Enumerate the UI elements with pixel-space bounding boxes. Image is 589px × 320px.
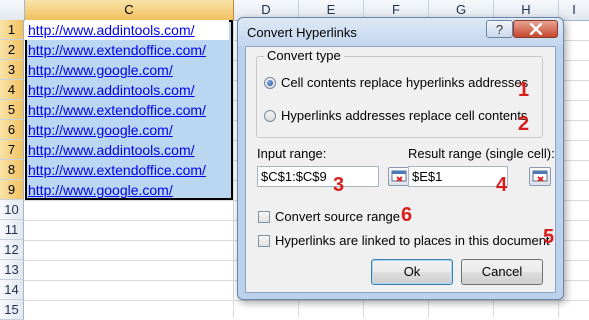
row-header[interactable]: 9 <box>0 180 24 200</box>
ok-button[interactable]: Ok <box>371 259 453 285</box>
hyperlink-cell[interactable]: http://www.addintools.com/ <box>25 20 229 40</box>
hyperlink-cell[interactable]: http://www.extendoffice.com/ <box>28 40 206 60</box>
annotation-badge: 3 <box>333 174 345 196</box>
result-range-field[interactable]: $E$1 <box>408 166 508 187</box>
hyperlink-cell[interactable]: http://www.google.com/ <box>28 120 173 140</box>
cancel-button[interactable]: Cancel <box>461 259 543 285</box>
row-header[interactable]: 12 <box>0 240 24 260</box>
dialog-title: Convert Hyperlinks <box>247 25 357 40</box>
column-header-i[interactable]: I <box>559 0 589 20</box>
range-select-icon <box>391 170 407 182</box>
row-header[interactable]: 4 <box>0 80 24 100</box>
dialog-body: Convert type Cell contents replace hyper… <box>245 46 556 293</box>
radio-label-cell-contents-replace[interactable]: Cell contents replace hyperlinks address… <box>281 75 528 90</box>
hyperlink-cell[interactable]: http://www.google.com/ <box>28 60 173 80</box>
result-range-label: Result range (single cell): <box>408 146 555 161</box>
annotation-badge: 2 <box>518 113 530 135</box>
row-header[interactable]: 3 <box>0 60 24 80</box>
hyperlinks-linked-label[interactable]: Hyperlinks are linked to places in this … <box>275 233 550 248</box>
convert-source-range-label[interactable]: Convert source range <box>275 209 400 224</box>
convert-type-legend: Convert type <box>264 48 344 63</box>
input-range-label: Input range: <box>257 146 327 161</box>
convert-hyperlinks-dialog: Convert Hyperlinks ? Convert type Cell c… <box>237 17 564 300</box>
radio-cell-contents-replace[interactable] <box>264 77 276 89</box>
close-button[interactable] <box>513 20 558 38</box>
hyperlink-cell[interactable]: http://www.addintools.com/ <box>28 80 195 100</box>
row-header[interactable]: 8 <box>0 160 24 180</box>
row-header[interactable]: 5 <box>0 100 24 120</box>
row-header[interactable]: 7 <box>0 140 24 160</box>
dialog-titlebar[interactable]: Convert Hyperlinks ? <box>238 18 563 46</box>
row-header[interactable]: 14 <box>0 280 24 300</box>
range-select-icon <box>532 170 548 182</box>
radio-label-hyperlinks-replace[interactable]: Hyperlinks addresses replace cell conten… <box>281 108 527 123</box>
annotation-badge: 6 <box>401 204 413 226</box>
result-range-select-button[interactable] <box>529 167 551 186</box>
column-header-c[interactable]: C <box>25 0 234 20</box>
input-range-select-button[interactable] <box>388 167 410 186</box>
row-header[interactable]: 11 <box>0 220 24 240</box>
row-header[interactable]: 10 <box>0 200 24 220</box>
row-header[interactable]: 15 <box>0 300 24 320</box>
hyperlink-cell[interactable]: http://www.addintools.com/ <box>28 140 195 160</box>
help-button[interactable]: ? <box>486 20 513 38</box>
hyperlink-cell[interactable]: http://www.extendoffice.com/ <box>28 160 206 180</box>
radio-hyperlinks-replace[interactable] <box>264 110 276 122</box>
hyperlink-cell[interactable]: http://www.google.com/ <box>28 180 173 200</box>
input-range-field[interactable]: $C$1:$C$9 <box>257 166 379 187</box>
close-icon <box>529 22 542 36</box>
row-header[interactable]: 1 <box>0 20 24 40</box>
row-header[interactable]: 6 <box>0 120 24 140</box>
annotation-badge: 5 <box>543 226 555 248</box>
row-header[interactable]: 2 <box>0 40 24 60</box>
select-all-corner[interactable] <box>0 0 25 20</box>
hyperlink-cell[interactable]: http://www.extendoffice.com/ <box>28 100 206 120</box>
annotation-badge: 1 <box>518 79 530 101</box>
convert-type-group: Convert type Cell contents replace hyper… <box>256 48 543 138</box>
annotation-badge: 4 <box>496 174 508 196</box>
hyperlinks-linked-checkbox[interactable] <box>258 235 270 247</box>
convert-source-range-checkbox[interactable] <box>258 211 270 223</box>
row-header[interactable]: 13 <box>0 260 24 280</box>
